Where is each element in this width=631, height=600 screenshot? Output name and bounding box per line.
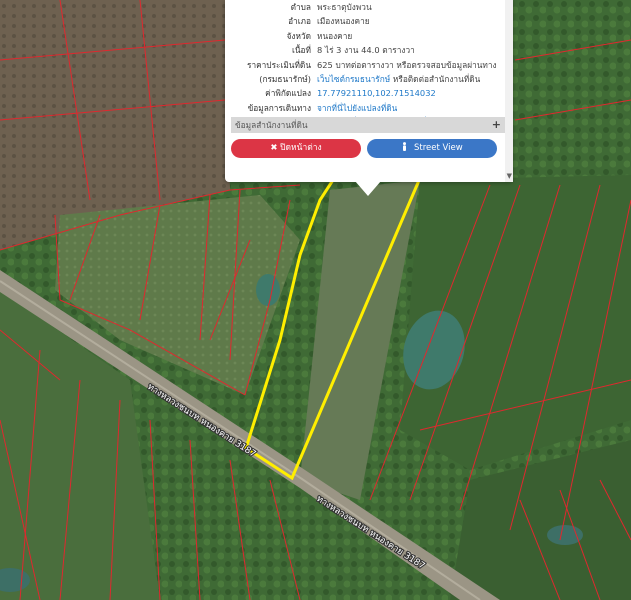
info-row: ค่าพิกัดแปลง 17.77921110,102.71514032 bbox=[225, 86, 503, 100]
info-value: หนองคาย bbox=[317, 30, 353, 41]
scroll-down-icon[interactable]: ▼ bbox=[507, 172, 512, 180]
info-value[interactable]: เว็บไซต์กรมธนารักษ์ หรือติดต่อสำนักงานที… bbox=[317, 72, 480, 86]
info-value-suffix: หรือติดต่อสำนักงานที่ดิน bbox=[390, 73, 481, 84]
info-label: ค่าพิกัดแปลง bbox=[265, 88, 311, 99]
info-row: อำเภอ เมืองหนองคาย bbox=[225, 14, 503, 28]
land-office-section-toggle[interactable]: ข้อมูลสำนักงานที่ดิน + bbox=[231, 117, 505, 133]
close-window-button[interactable]: ✖ ปิดหน้าต่าง bbox=[231, 139, 361, 158]
info-row: เนื้อที่ 8 ไร่ 3 งาน 44.0 ตารางวา bbox=[225, 43, 503, 57]
info-row: จังหวัด หนองคาย bbox=[225, 29, 503, 43]
info-row: ราคาประเมินที่ดิน 625 บาทต่อตารางวา หรือต… bbox=[225, 58, 503, 72]
info-label: ข้อมูลการเดินทาง bbox=[247, 102, 311, 113]
info-link[interactable]: 17.77921110,102.71514032 bbox=[317, 86, 436, 100]
info-value: 625 บาทต่อตารางวา หรือตรวจสอบข้อมูลผ่านท… bbox=[317, 59, 497, 70]
info-row: ข้อมูลการเดินทาง จากที่นี่ไปยังแปลงที่ดิน bbox=[225, 101, 503, 115]
info-row: ตำบล พระธาตุบังพวน bbox=[225, 0, 503, 14]
info-label: (กรมธนารักษ์) bbox=[259, 73, 311, 84]
pond bbox=[256, 274, 280, 306]
close-button-label: ปิดหน้าต่าง bbox=[280, 143, 322, 153]
plus-icon[interactable]: + bbox=[492, 117, 501, 133]
info-link[interactable]: จากที่นี่ไปยังแปลงที่ดิน bbox=[317, 101, 397, 115]
section-label: ข้อมูลสำนักงานที่ดิน bbox=[235, 120, 308, 130]
info-label: อำเภอ bbox=[288, 16, 311, 27]
parcel-info-popup: ตำบล พระธาตุบังพวนอำเภอ เมืองหนองคายจังหวั… bbox=[225, 0, 513, 182]
info-label: ตำบล bbox=[290, 2, 311, 12]
popup-scrollbar[interactable]: ▼ bbox=[505, 0, 513, 182]
info-row: (กรมธนารักษ์) เว็บไซต์กรมธนารักษ์ หรือติด… bbox=[225, 72, 503, 86]
parcel-info-list: ตำบล พระธาตุบังพวนอำเภอ เมืองหนองคายจังหวั… bbox=[225, 0, 503, 130]
info-value: พระธาตุบังพวน bbox=[317, 2, 372, 12]
street-view-label: Street View bbox=[414, 143, 463, 153]
info-value: 8 ไร่ 3 งาน 44.0 ตารางวา bbox=[317, 45, 415, 56]
close-icon: ✖ bbox=[270, 143, 278, 153]
info-link[interactable]: เว็บไซต์กรมธนารักษ์ bbox=[317, 74, 390, 84]
person-icon bbox=[403, 142, 407, 151]
info-label: ราคาประเมินที่ดิน bbox=[246, 59, 311, 70]
info-value: เมืองหนองคาย bbox=[317, 16, 370, 27]
info-label: จังหวัด bbox=[286, 30, 311, 41]
pond bbox=[547, 525, 583, 545]
info-label: เนื้อที่ bbox=[292, 45, 311, 56]
popup-pointer bbox=[355, 181, 381, 196]
street-view-button[interactable]: Street View bbox=[367, 139, 497, 158]
